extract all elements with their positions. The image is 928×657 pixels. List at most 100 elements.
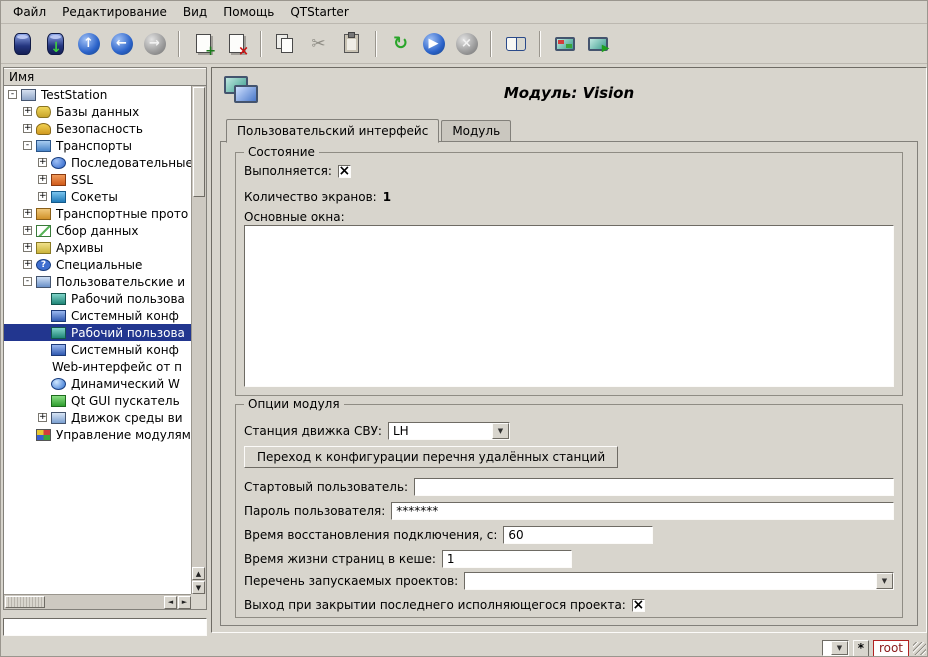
chevron-down-icon[interactable]: ▼ [876, 573, 893, 589]
vision-runtime-button[interactable]: ▶ [582, 28, 613, 59]
scroll-left-icon[interactable]: ◄ [164, 596, 177, 609]
state-groupbox: Состояние Выполняется: × Количество экра… [235, 152, 903, 396]
collapse-icon[interactable]: - [23, 141, 32, 150]
up-level-button[interactable]: ↑ [73, 28, 104, 59]
tree-item[interactable]: Управление модулям [4, 426, 191, 443]
tab-module[interactable]: Модуль [441, 120, 511, 142]
db-load-button[interactable] [7, 28, 38, 59]
tree-item-label: SSL [70, 173, 93, 187]
add-item-button[interactable]: + [188, 28, 219, 59]
tree-horizontal-scrollbar[interactable]: ◄ ► [4, 594, 191, 609]
exit-on-close-checkbox[interactable]: × [632, 599, 645, 612]
expand-icon[interactable]: + [38, 413, 47, 422]
main-windows-row: Основные окна: [244, 207, 894, 227]
password-input[interactable] [391, 502, 894, 520]
tree-item[interactable]: + SSL [4, 171, 191, 188]
start-periodic-button[interactable]: ▶ [418, 28, 449, 59]
expand-icon[interactable]: + [38, 158, 47, 167]
cut-item-button[interactable]: ✂ [303, 28, 334, 59]
scroll-down-icon[interactable]: ▼ [192, 581, 205, 594]
expand-icon[interactable]: + [23, 209, 32, 218]
tree-item[interactable]: Динамический W [4, 375, 191, 392]
tree-item[interactable]: -TestStation [4, 86, 191, 103]
stop-button[interactable]: × [451, 28, 482, 59]
status-star-button[interactable]: * [853, 640, 869, 657]
tree-item-label: Транспорты [55, 139, 132, 153]
daq-icon [36, 225, 51, 237]
horizontal-scroll-thumb[interactable] [5, 596, 45, 608]
cache-lifetime-label: Время жизни страниц в кеше: [244, 552, 436, 566]
status-combobox[interactable]: ▼ [822, 640, 849, 656]
menu-item-0[interactable]: Файл [5, 2, 54, 22]
tree-item-label: Пользовательские и [55, 275, 185, 289]
chevron-down-icon[interactable]: ▼ [831, 641, 848, 655]
scroll-track[interactable] [46, 595, 163, 609]
projects-combobox-input[interactable] [465, 573, 876, 589]
tree-item-label: Управление модулям [55, 428, 191, 442]
menu-item-2[interactable]: Вид [175, 2, 215, 22]
collapse-icon[interactable]: - [23, 277, 32, 286]
expand-icon[interactable]: + [23, 243, 32, 252]
tree-item[interactable]: +Сбор данных [4, 222, 191, 239]
serial-icon [51, 157, 66, 169]
expand-icon[interactable]: + [23, 226, 32, 235]
tab-user-interface[interactable]: Пользовательский интерфейс [226, 119, 439, 143]
tree-item[interactable]: Рабочий пользова [4, 324, 191, 341]
tree-item[interactable]: +Транспортные прото [4, 205, 191, 222]
delete-item-button[interactable]: × [221, 28, 252, 59]
menu-item-1[interactable]: Редактирование [54, 2, 175, 22]
station-combobox-value: LH [389, 423, 492, 439]
running-checkbox[interactable]: × [338, 165, 351, 178]
tree-item[interactable]: - Транспорты [4, 137, 191, 154]
x-icon: × [238, 45, 249, 58]
expand-icon[interactable]: + [23, 260, 32, 269]
scroll-right-icon[interactable]: ► [178, 596, 191, 609]
tree-item[interactable]: Web-интерфейс от п [4, 358, 191, 375]
menu-item-4[interactable]: QTStarter [282, 2, 356, 22]
expand-icon[interactable]: + [38, 175, 47, 184]
paste-item-button[interactable] [336, 28, 367, 59]
menu-item-3[interactable]: Помощь [215, 2, 282, 22]
start-user-input[interactable] [414, 478, 894, 496]
db-save-button[interactable]: ↓ [40, 28, 71, 59]
scroll-track[interactable] [192, 198, 206, 566]
expand-icon[interactable]: + [23, 107, 32, 116]
vertical-scroll-thumb[interactable] [193, 87, 205, 197]
tree-item[interactable]: Рабочий пользова [4, 290, 191, 307]
tree-item[interactable]: Системный конф [4, 307, 191, 324]
tree-item[interactable]: +Движок среды ви [4, 409, 191, 426]
collapse-icon[interactable]: - [8, 90, 17, 99]
tree-item[interactable]: - Пользовательские и [4, 273, 191, 290]
back-button[interactable]: ← [106, 28, 137, 59]
expand-icon[interactable]: + [38, 192, 47, 201]
resize-grip[interactable] [913, 642, 926, 655]
db-icon [36, 106, 51, 118]
tree-item[interactable]: +?Специальные [4, 256, 191, 273]
scroll-up-icon[interactable]: ▲ [192, 567, 205, 580]
tree-item[interactable]: Системный конф [4, 341, 191, 358]
tree-filter-input[interactable] [3, 618, 207, 636]
refresh-button[interactable]: ↻ [385, 28, 416, 59]
reconnect-time-input[interactable] [503, 526, 653, 544]
expand-icon[interactable]: + [23, 124, 32, 133]
copy-item-button[interactable] [270, 28, 301, 59]
vision-developing-button[interactable] [549, 28, 580, 59]
tree-item[interactable]: Qt GUI пускатель [4, 392, 191, 409]
cache-lifetime-input[interactable] [442, 550, 572, 568]
start-user-row: Стартовый пользователь: [244, 477, 894, 497]
projects-combobox[interactable]: ▼ [464, 572, 894, 590]
chevron-down-icon[interactable]: ▼ [492, 423, 509, 439]
goto-remote-stations-button[interactable]: Переход к конфигурации перечня удалённых… [244, 446, 618, 468]
station-combobox[interactable]: LH ▼ [388, 422, 510, 440]
tree-item[interactable]: +Безопасность [4, 120, 191, 137]
main-windows-list[interactable] [244, 225, 894, 387]
tree-header[interactable]: Имя [4, 68, 206, 86]
tree-vertical-scrollbar[interactable]: ▲ ▼ [191, 86, 206, 594]
forward-button[interactable]: → [139, 28, 170, 59]
tree-item[interactable]: +Последовательные [4, 154, 191, 171]
manual-button[interactable] [500, 28, 531, 59]
running-label: Выполняется: [244, 164, 332, 178]
tree-item[interactable]: +Архивы [4, 239, 191, 256]
tree-item[interactable]: +Сокеты [4, 188, 191, 205]
tree-item[interactable]: +Базы данных [4, 103, 191, 120]
